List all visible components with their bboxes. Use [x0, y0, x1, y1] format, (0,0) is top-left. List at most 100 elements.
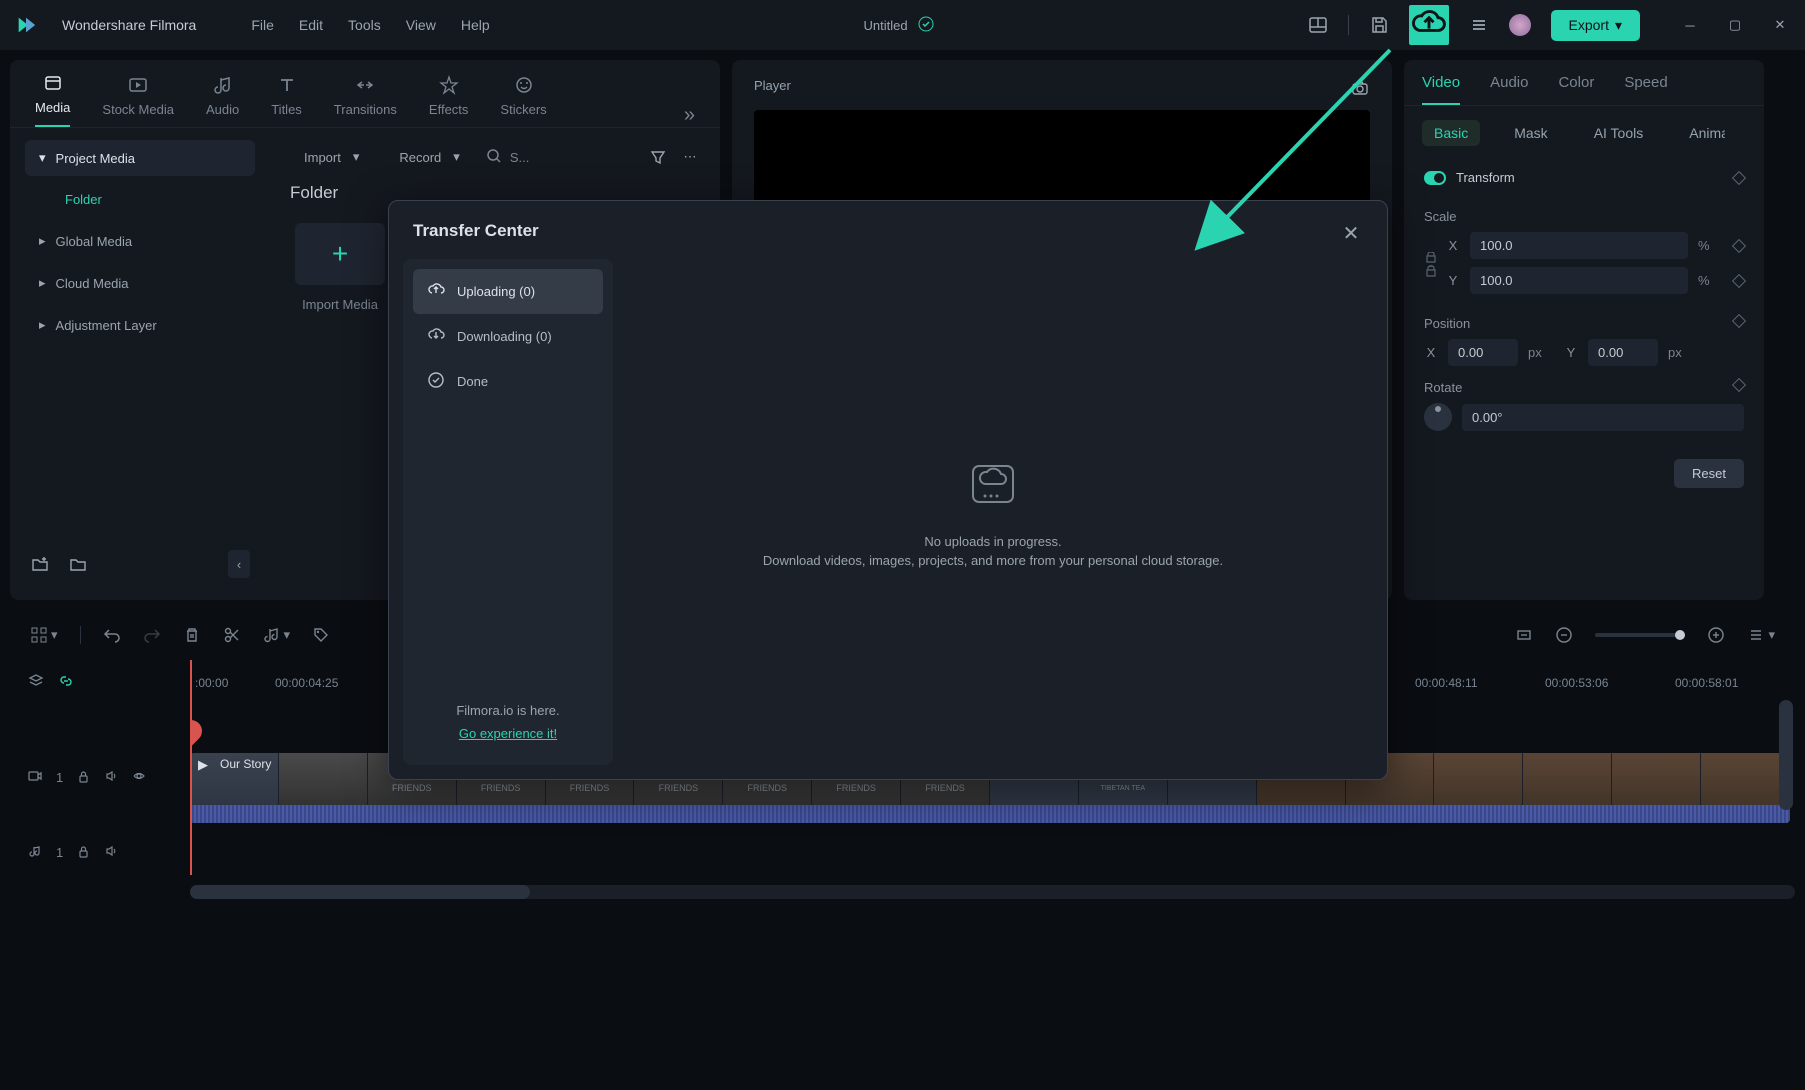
timeline-scrollbar-horizontal[interactable] [190, 885, 1795, 899]
rotate-input[interactable] [1462, 404, 1744, 431]
tab-audio[interactable]: Audio [206, 74, 239, 127]
minimize-icon[interactable]: ─ [1680, 15, 1700, 35]
sidebar-item-project-media[interactable]: ▾Project Media [25, 140, 255, 176]
keyframe-icon[interactable] [1732, 170, 1746, 184]
collapse-sidebar-icon[interactable]: ‹ [228, 550, 250, 578]
props-tab-color[interactable]: Color [1558, 74, 1594, 105]
undo-icon[interactable] [103, 626, 121, 644]
subtab-mask[interactable]: Mask [1502, 120, 1559, 146]
close-window-icon[interactable]: ✕ [1770, 15, 1790, 35]
scrollbar-thumb[interactable] [190, 885, 530, 899]
audio-tool-icon[interactable]: ▾ [263, 626, 291, 644]
cloud-transfer-button[interactable] [1409, 5, 1449, 45]
transform-toggle[interactable] [1424, 171, 1446, 185]
zoom-slider[interactable] [1595, 633, 1685, 637]
rotate-knob[interactable] [1424, 403, 1452, 431]
keyframe-icon[interactable] [1732, 378, 1746, 392]
layout-icon[interactable] [1308, 15, 1328, 35]
menu-view[interactable]: View [406, 17, 436, 33]
subtab-animation[interactable]: Animation [1677, 120, 1725, 146]
keyframe-icon[interactable] [1732, 238, 1746, 252]
empty-state-line1: No uploads in progress. [763, 532, 1223, 552]
nav-downloading[interactable]: Downloading (0) [413, 314, 603, 359]
audio-track-header[interactable]: 1 [10, 830, 190, 875]
more-icon[interactable]: ⋯ [680, 147, 700, 167]
props-tab-video[interactable]: Video [1422, 74, 1460, 105]
nav-uploading[interactable]: Uploading (0) [413, 269, 603, 314]
folder-icon[interactable] [68, 554, 88, 574]
import-tile[interactable]: + Import Media [290, 223, 390, 312]
check-circle-icon [427, 371, 445, 392]
tab-transitions[interactable]: Transitions [334, 74, 397, 127]
props-tab-speed[interactable]: Speed [1624, 74, 1668, 105]
sidebar-item-label: Adjustment Layer [56, 318, 157, 333]
menu-edit[interactable]: Edit [299, 17, 323, 33]
sidebar-item-adjustment-layer[interactable]: ▸Adjustment Layer [25, 307, 255, 343]
save-icon[interactable] [1369, 15, 1389, 35]
filter-icon[interactable] [648, 147, 668, 167]
delete-icon[interactable] [183, 626, 201, 644]
playhead[interactable] [190, 660, 192, 875]
sidebar-item-cloud-media[interactable]: ▸Cloud Media [25, 265, 255, 301]
tab-stickers[interactable]: Stickers [500, 74, 546, 127]
record-dropdown[interactable]: Record▾ [385, 143, 473, 171]
hamburger-icon[interactable] [1469, 15, 1489, 35]
scale-y-input[interactable] [1470, 267, 1688, 294]
timeline-scrollbar-vertical[interactable] [1779, 700, 1793, 810]
transform-header[interactable]: Transform [1424, 160, 1744, 195]
mute-icon[interactable] [104, 844, 118, 861]
search-area[interactable]: S... [486, 148, 530, 167]
scale-x-input[interactable] [1470, 232, 1688, 259]
tag-icon[interactable] [312, 626, 330, 644]
eye-icon[interactable] [132, 769, 146, 786]
menu-tools[interactable]: Tools [348, 17, 381, 33]
tab-effects[interactable]: Effects [429, 74, 469, 127]
menu-help[interactable]: Help [461, 17, 490, 33]
snapshot-icon[interactable] [1350, 78, 1370, 98]
nav-done[interactable]: Done [413, 359, 603, 404]
tab-titles[interactable]: Titles [271, 74, 302, 127]
lock-icon[interactable] [77, 845, 90, 861]
pos-y-input[interactable] [1588, 339, 1658, 366]
user-avatar[interactable] [1509, 14, 1531, 36]
scale-label: Scale [1424, 209, 1744, 224]
lock-icon[interactable] [77, 770, 90, 786]
chevron-right-icon: ▸ [39, 275, 46, 291]
menu-file[interactable]: File [251, 17, 274, 33]
close-icon[interactable]: ✕ [1339, 221, 1363, 245]
props-tab-audio[interactable]: Audio [1490, 74, 1528, 105]
pos-x-input[interactable] [1448, 339, 1518, 366]
maximize-icon[interactable]: ▢ [1725, 15, 1745, 35]
zoom-out-icon[interactable] [1555, 626, 1573, 644]
keyframe-icon[interactable] [1732, 314, 1746, 328]
zoom-in-icon[interactable] [1707, 626, 1725, 644]
plus-icon: + [295, 223, 385, 285]
import-dropdown[interactable]: Import▾ [290, 143, 373, 171]
fit-icon[interactable] [1515, 626, 1533, 644]
master-track-header[interactable] [10, 660, 190, 705]
tab-media[interactable]: Media [35, 72, 70, 127]
sidebar-item-folder[interactable]: Folder [25, 182, 255, 217]
subtab-basic[interactable]: Basic [1422, 120, 1480, 146]
sidebar-item-global-media[interactable]: ▸Global Media [25, 223, 255, 259]
list-view-icon[interactable]: ▾ [1747, 626, 1775, 644]
redo-icon[interactable] [143, 626, 161, 644]
app-name: Wondershare Filmora [62, 17, 196, 33]
cloud-device-icon [963, 454, 1023, 514]
video-track-header[interactable]: 1 [10, 755, 190, 800]
grid-tool-icon[interactable]: ▾ [30, 626, 58, 644]
axis-x: X [1446, 238, 1460, 253]
new-folder-icon[interactable] [30, 554, 50, 574]
split-icon[interactable] [223, 626, 241, 644]
export-button[interactable]: Export ▾ [1551, 10, 1641, 41]
subtab-ai-tools[interactable]: AI Tools [1582, 120, 1656, 146]
experience-link[interactable]: Go experience it! [413, 726, 603, 741]
transfer-center-modal: Transfer Center ✕ Uploading (0) Download… [388, 200, 1388, 780]
expand-tabs-icon[interactable]: » [684, 104, 695, 127]
lock-icon[interactable] [1424, 252, 1438, 283]
reset-button[interactable]: Reset [1674, 459, 1744, 488]
keyframe-icon[interactable] [1732, 273, 1746, 287]
tab-stock-media[interactable]: Stock Media [102, 74, 174, 127]
rotate-label: Rotate [1424, 380, 1462, 395]
mute-icon[interactable] [104, 769, 118, 786]
